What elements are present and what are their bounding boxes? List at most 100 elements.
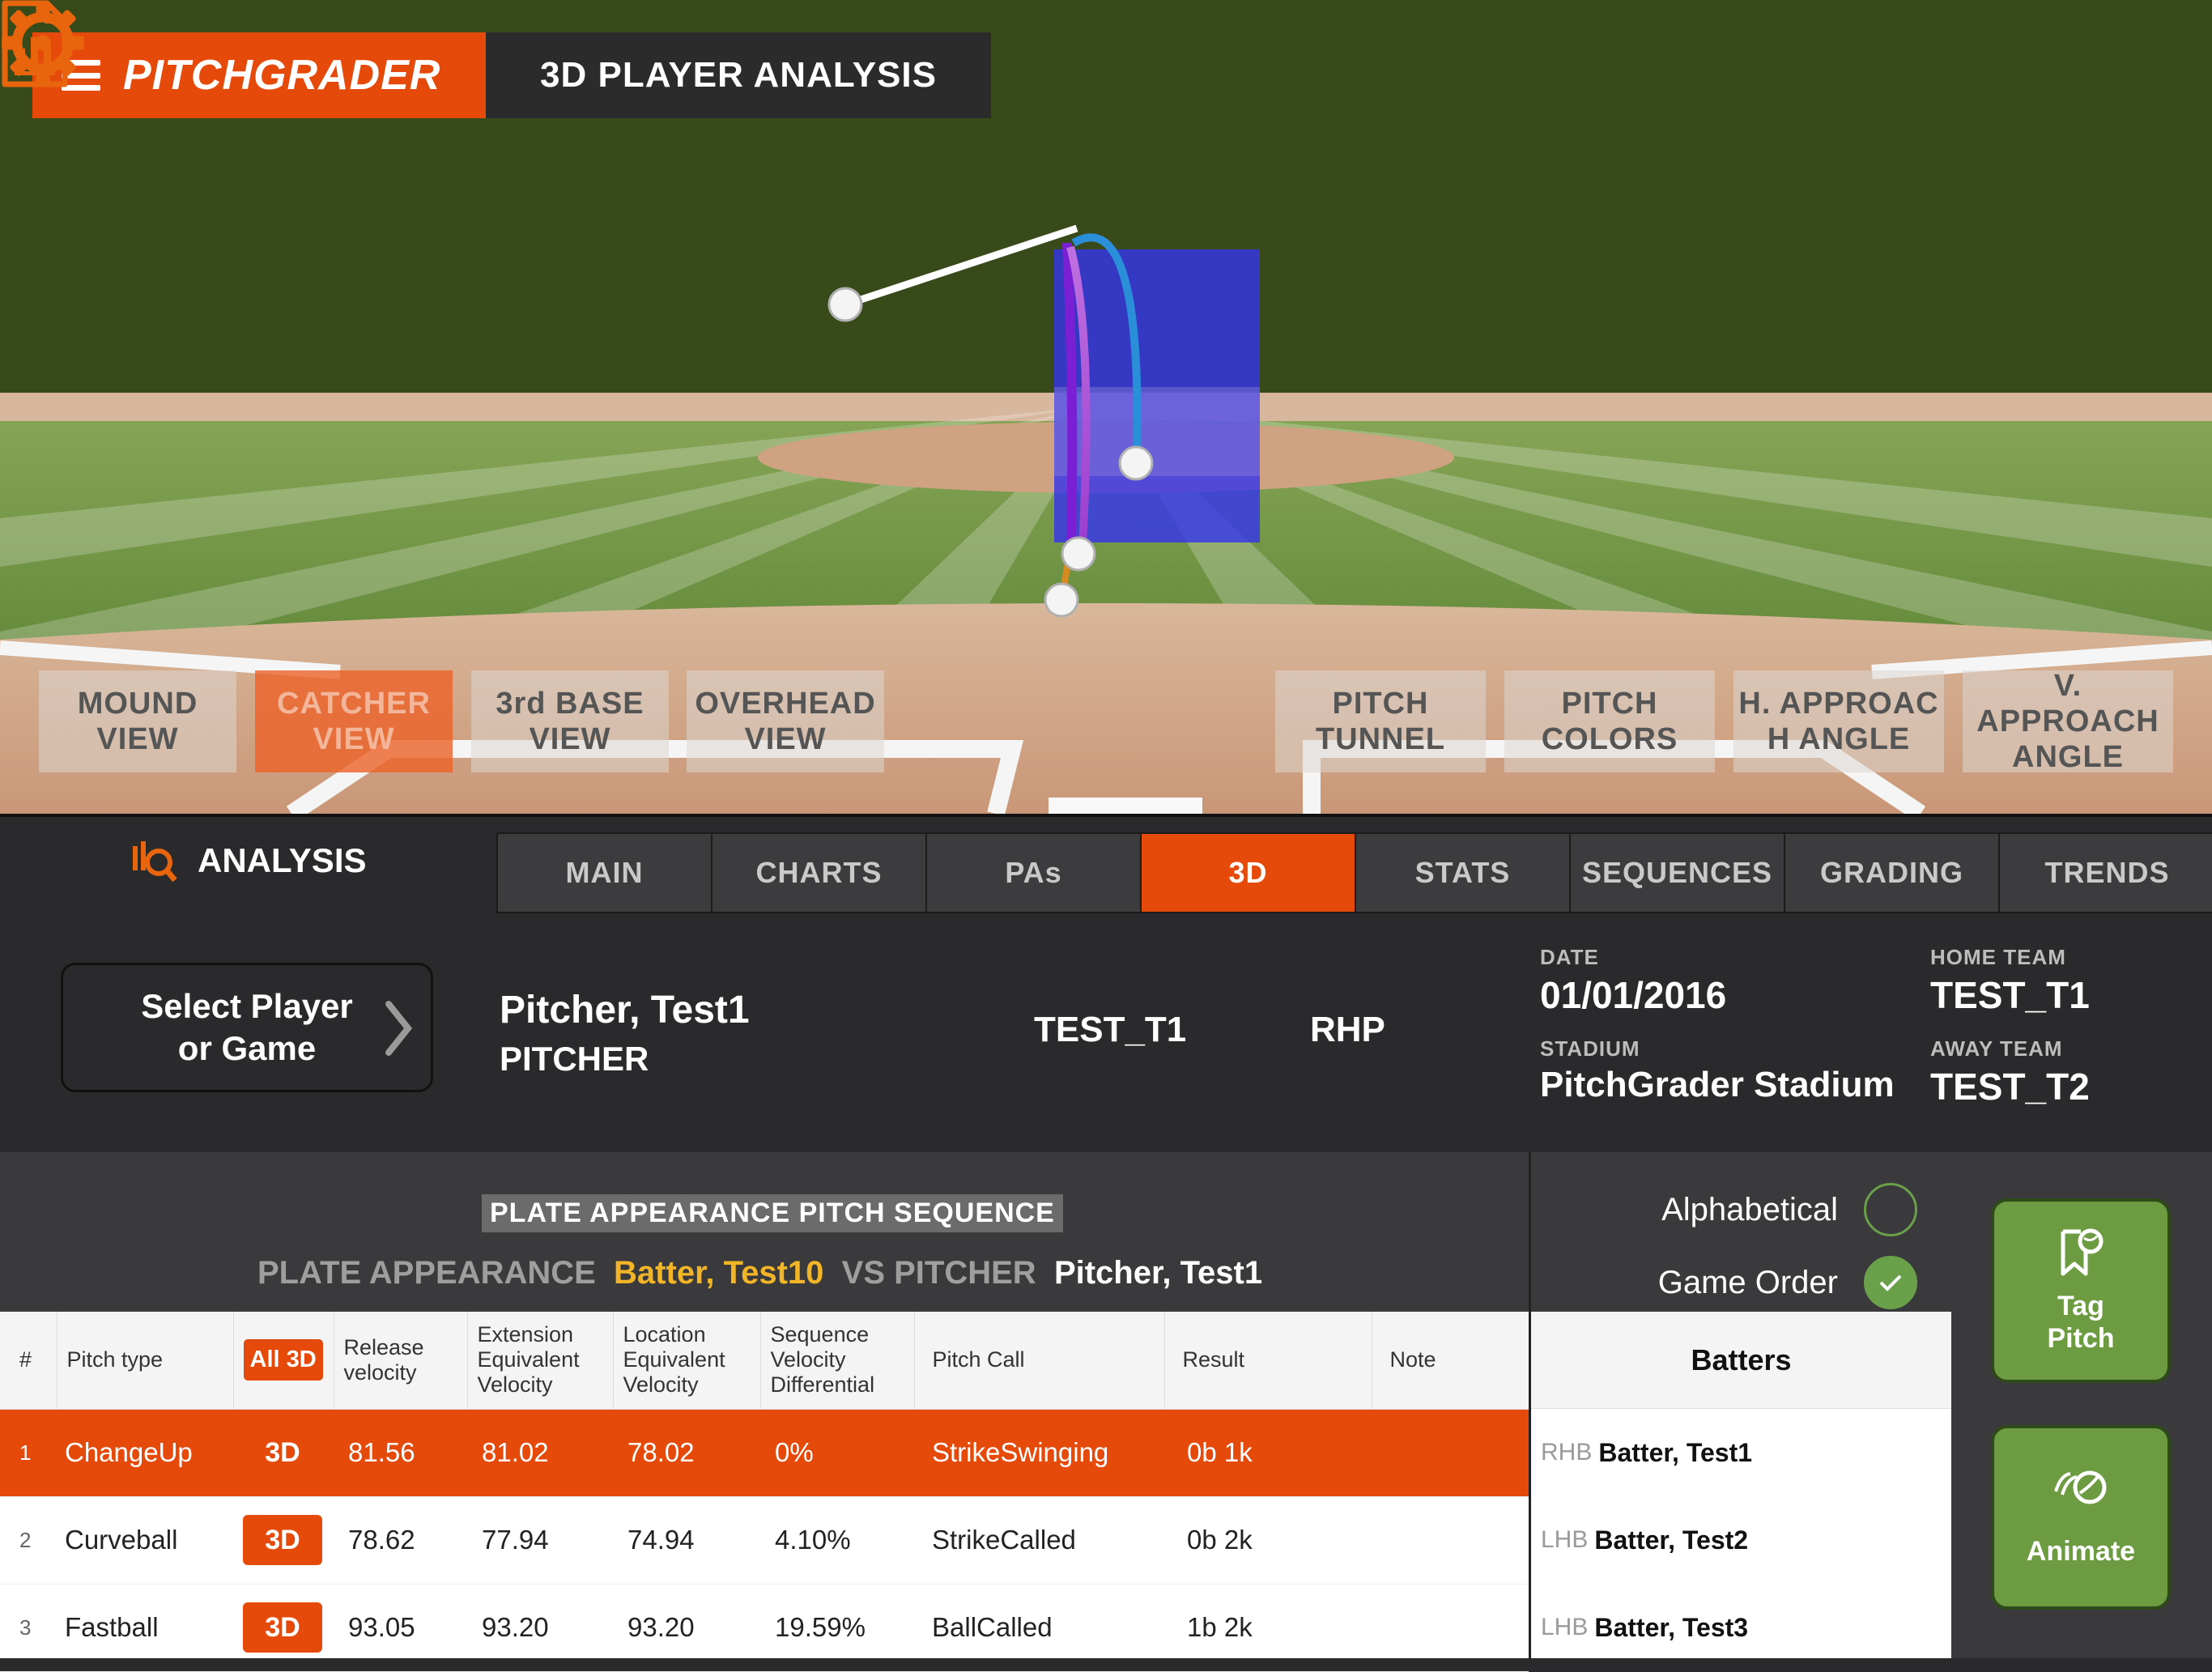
tab-main[interactable]: MAIN <box>498 834 713 912</box>
game-date: 01/01/2016 <box>1540 974 1727 1016</box>
col-header-note: Note <box>1372 1312 1529 1410</box>
batter-hand: RHB <box>1541 1439 1593 1466</box>
player-name: Pitcher, Test1 <box>500 989 750 1032</box>
chevron-right-icon <box>385 1001 413 1056</box>
batter-item[interactable]: RHB Batter, Test1 <box>1531 1409 1951 1496</box>
animate-button[interactable]: Animate <box>1991 1425 2171 1610</box>
row-extension-velocity: 77.94 <box>467 1496 613 1585</box>
table-row[interactable]: 1 ChangeUp 3D 81.56 81.02 78.02 0% Strik… <box>0 1409 1529 1497</box>
row-number: 2 <box>0 1496 57 1585</box>
tag-pitch-button[interactable]: Tag Pitch <box>1991 1198 2171 1383</box>
third-base-view-label: 3rd BASE VIEW <box>496 687 644 756</box>
analysis-icon <box>133 841 177 883</box>
batter-item[interactable]: LHB Batter, Test2 <box>1531 1496 1951 1584</box>
row-3d-cell: 3D <box>233 1409 334 1497</box>
col-header-pitch-type: Pitch type <box>57 1312 234 1410</box>
select-player-button[interactable]: Select Player or Game <box>61 963 433 1092</box>
col-header-all-3d: All 3D <box>233 1312 334 1410</box>
pa-batter: Batter, Test10 <box>614 1255 824 1291</box>
row-location-velocity: 78.02 <box>613 1409 760 1497</box>
pa-label: PLATE APPEARANCE <box>257 1255 596 1291</box>
row-3d-cell: 3D <box>233 1496 334 1585</box>
row-3d-button[interactable]: 3D <box>243 1515 322 1565</box>
app-header: PITCHGRADER 3D PLAYER ANALYSIS <box>32 32 991 118</box>
col-header-sequence-differential: Sequence Velocity Differential <box>760 1312 915 1410</box>
player-role: PITCHER <box>500 1040 649 1078</box>
radio-unchecked-icon[interactable] <box>1864 1183 1917 1236</box>
batter-name: Batter, Test1 <box>1598 1437 1753 1467</box>
catcher-view-label: CATCHER VIEW <box>277 687 431 756</box>
report-icon[interactable] <box>0 0 68 87</box>
row-3d-button[interactable]: 3D <box>243 1602 322 1653</box>
col-header-number: # <box>0 1312 57 1410</box>
mound-view-button[interactable]: MOUND VIEW <box>39 670 236 772</box>
sort-game-order-option[interactable]: Game Order <box>1658 1256 1917 1309</box>
row-sequence-differential: 0% <box>760 1409 914 1497</box>
row-result: 0b 2k <box>1164 1496 1372 1585</box>
page-title: 3D PLAYER ANALYSIS <box>486 32 991 118</box>
tag-pitch-label: Tag Pitch <box>2047 1291 2115 1354</box>
tab-pas[interactable]: PAs <box>927 834 1142 912</box>
pitch-tunnel-button[interactable]: PITCH TUNNEL <box>1275 670 1486 772</box>
tab-grading[interactable]: GRADING <box>1785 834 2000 912</box>
row-pitch-type: ChangeUp <box>57 1409 233 1497</box>
pitch-colors-button[interactable]: PITCH COLORS <box>1504 670 1715 772</box>
h-approach-angle-button[interactable]: H. APPROAC H ANGLE <box>1733 670 1944 772</box>
h-approach-angle-label: H. APPROAC H ANGLE <box>1738 687 1939 756</box>
batter-sort-panel: Alphabetical Game Order <box>1529 1152 1951 1312</box>
mound-view-label: MOUND VIEW <box>77 687 198 756</box>
sort-game-order-label: Game Order <box>1657 1264 1838 1300</box>
analysis-tabs: MAIN CHARTS PAs 3D STATS SEQUENCES GRADI… <box>496 832 2212 913</box>
batter-name: Batter, Test2 <box>1594 1525 1749 1555</box>
pa-pitcher: Pitcher, Test1 <box>1053 1255 1263 1291</box>
home-team: TEST_T1 <box>1930 974 2090 1016</box>
row-release-velocity: 78.62 <box>334 1496 467 1585</box>
batter-name: Batter, Test3 <box>1594 1612 1749 1642</box>
overhead-view-button[interactable]: OVERHEAD VIEW <box>687 670 884 772</box>
row-number: 1 <box>0 1409 57 1497</box>
stadium-name: PitchGrader Stadium <box>1540 1065 1895 1104</box>
sort-alphabetical-option[interactable]: Alphabetical <box>1661 1183 1917 1236</box>
overhead-view-label: OVERHEAD VIEW <box>695 687 876 756</box>
v-approach-angle-button[interactable]: V. APPROACH ANGLE <box>1963 669 2173 774</box>
col-header-result: Result <box>1164 1312 1372 1410</box>
row-note <box>1372 1496 1529 1585</box>
vs-pitcher-label: VS PITCHER <box>841 1255 1036 1291</box>
stadium-label: STADIUM <box>1540 1036 1640 1061</box>
col-header-release-velocity: Release velocity <box>334 1312 468 1410</box>
tab-3d[interactable]: 3D <box>1142 834 1356 912</box>
row-pitch-call: StrikeSwinging <box>914 1409 1164 1497</box>
home-team-label: HOME TEAM <box>1930 945 2066 969</box>
date-label: DATE <box>1540 945 1599 969</box>
sort-alphabetical-label: Alphabetical <box>1661 1191 1838 1227</box>
row-pitch-call: StrikeCalled <box>914 1496 1164 1585</box>
plate-appearance-line: PLATE APPEARANCE Batter, Test10 VS PITCH… <box>257 1255 1262 1291</box>
tab-sequences[interactable]: SEQUENCES <box>1571 834 1785 912</box>
tab-charts[interactable]: CHARTS <box>713 834 927 912</box>
col-header-extension-velocity: Extension Equivalent Velocity <box>467 1312 614 1410</box>
throws-hand: RHP <box>1310 1010 1385 1049</box>
col-header-location-velocity: Location Equivalent Velocity <box>613 1312 761 1410</box>
row-extension-velocity: 81.02 <box>467 1409 613 1497</box>
batters-header: Batters <box>1531 1312 1951 1409</box>
catcher-view-button[interactable]: CATCHER VIEW <box>255 670 453 772</box>
pitch-colors-label: PITCH COLORS <box>1541 687 1678 756</box>
3d-scene-viewport[interactable]: PITCHGRADER 3D PLAYER ANALYSIS MOUND VIE… <box>0 0 2212 814</box>
table-row[interactable]: 2 Curveball 3D 78.62 77.94 74.94 4.10% S… <box>0 1496 1529 1585</box>
away-team: TEST_T2 <box>1930 1066 2090 1108</box>
col-header-pitch-call: Pitch Call <box>914 1312 1165 1410</box>
pitch-tunnel-label: PITCH TUNNEL <box>1315 687 1446 756</box>
third-base-view-button[interactable]: 3rd BASE VIEW <box>471 670 669 772</box>
batter-hand: LHB <box>1541 1614 1589 1640</box>
checkmark-icon[interactable] <box>1864 1256 1917 1309</box>
batter-hand: LHB <box>1541 1526 1589 1553</box>
animate-ball-icon <box>2054 1470 2107 1504</box>
all-3d-button[interactable]: All 3D <box>243 1339 323 1381</box>
row-result: 0b 1k <box>1164 1409 1372 1497</box>
tab-trends[interactable]: TRENDS <box>2000 834 2212 912</box>
row-3d-button[interactable]: 3D <box>243 1427 322 1478</box>
row-sequence-differential: 4.10% <box>760 1496 914 1585</box>
tab-stats[interactable]: STATS <box>1356 834 1571 912</box>
select-player-label: Select Player or Game <box>141 987 353 1067</box>
brand-block: PITCHGRADER <box>32 32 486 118</box>
